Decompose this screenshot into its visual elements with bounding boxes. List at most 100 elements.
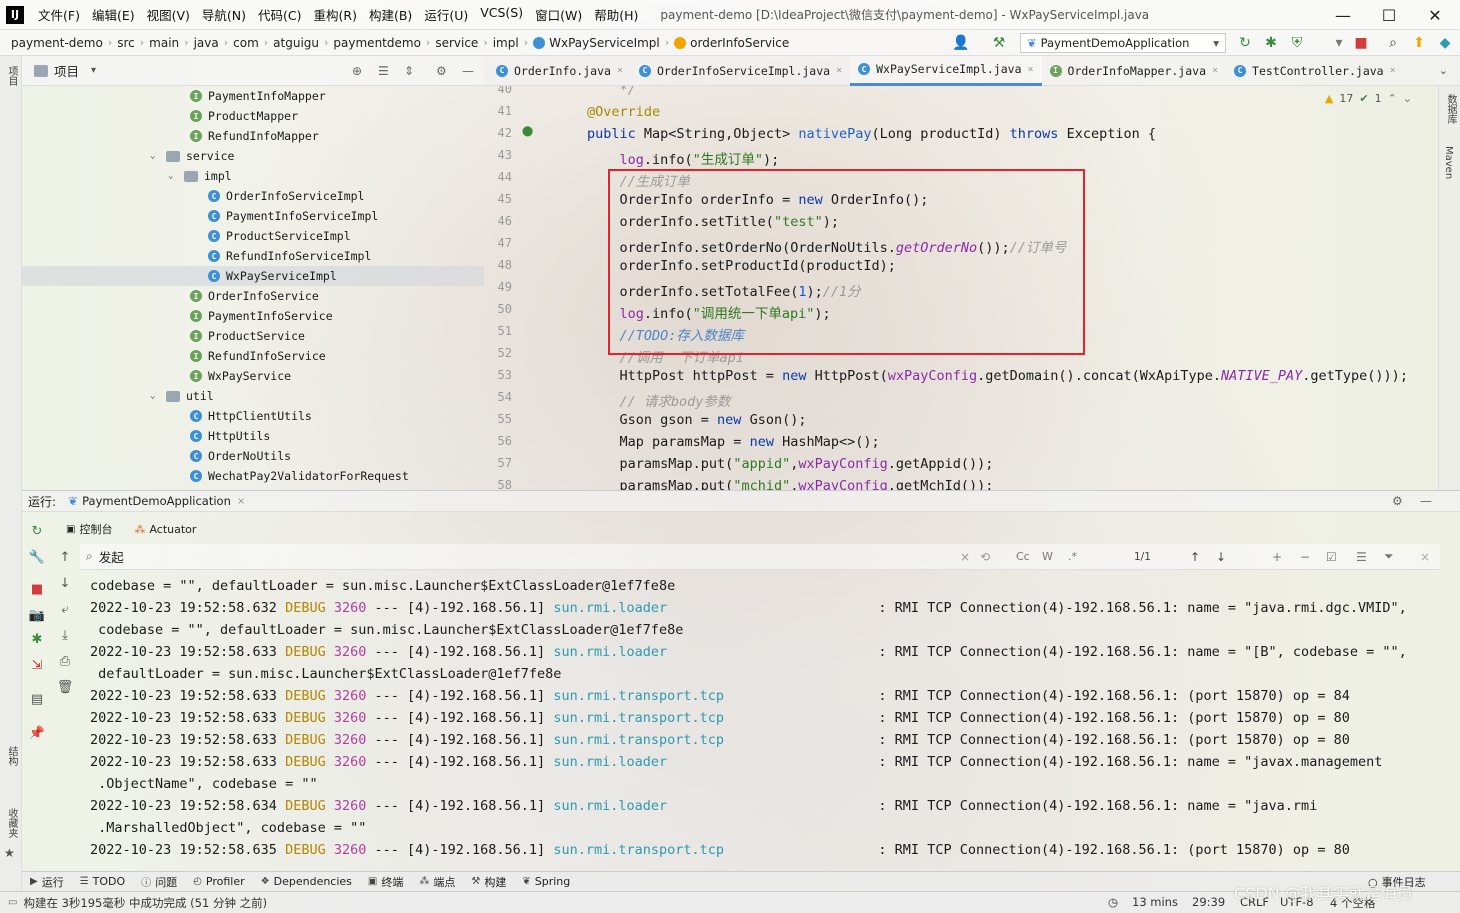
debug-icon[interactable]: ✱ [28,630,46,648]
implements-gutter-icon[interactable]: ⬤ [522,126,533,137]
close-tab-icon[interactable]: × [237,496,245,507]
scroll-end-icon[interactable]: ⤓ [56,626,74,644]
expand-all-icon[interactable]: ☰ [378,64,389,78]
close-tab-icon[interactable]: × [1212,65,1218,76]
tree-node[interactable]: C WxPayServiceImpl [208,266,337,286]
tree-node[interactable]: C PaymentInfoServiceImpl [208,206,378,226]
tree-node[interactable]: C RefundInfoServiceImpl [208,246,371,266]
whole-word-toggle[interactable]: W [1042,550,1053,563]
menu-item[interactable]: 帮助(H) [588,5,644,24]
editor-tab[interactable]: C TestController.java × [1226,56,1404,86]
filter-lines-icon[interactable]: ☰ [1356,550,1367,564]
build-hammer-icon[interactable]: ⚒ [990,34,1008,52]
log-line[interactable]: .MarshalledObject", codebase = "" [90,820,366,836]
run-config-selector[interactable]: ❦ PaymentDemoApplication ▾ [1020,33,1226,53]
chevron-down-icon[interactable]: ▾ [91,65,96,76]
chevron-down-icon[interactable]: ⌄ [168,171,178,181]
close-tab-icon[interactable]: × [617,65,623,76]
regex-toggle[interactable]: .* [1068,550,1077,563]
breadcrumb-item[interactable]: atguigu [268,36,324,50]
match-case-toggle[interactable]: Cc [1016,550,1030,563]
code-line[interactable]: Gson gson = new Gson(); [587,412,807,428]
arrow-up-icon[interactable]: ↑ [56,548,74,566]
minimize-button[interactable]: — [1320,0,1366,30]
close-find-icon[interactable]: × [1420,550,1430,564]
editor-tab[interactable]: I OrderInfoMapper.java × [1042,56,1227,86]
menu-item[interactable]: 文件(F) [32,5,86,24]
exit-icon[interactable]: ⇲ [28,656,46,674]
gear-icon[interactable]: ⚙ [436,64,447,78]
history-icon[interactable]: ⟲ [980,550,990,564]
close-tab-icon[interactable]: × [1390,65,1396,76]
editor-tab[interactable]: C WxPayServiceImpl.java × [850,55,1042,86]
hide-icon[interactable]: — [1420,494,1432,508]
tool-tab[interactable]: ◴ Profiler [193,875,244,888]
stop-icon[interactable]: ■ [1352,34,1370,52]
tree-node[interactable]: I ProductService [190,326,305,346]
clear-icon[interactable]: × [960,550,970,564]
tree-node[interactable]: C OrderNoUtils [190,446,291,466]
gear-icon[interactable]: ⚙ [1392,494,1403,508]
console-output[interactable]: codebase = "", defaultLoader = sun.misc.… [80,576,1430,866]
previous-match-icon[interactable]: ↑ [1190,550,1200,564]
tree-node[interactable]: I OrderInfoService [190,286,319,306]
tool-tab[interactable]: ⓘ 问题 [141,874,177,890]
tool-tab[interactable]: ⁂ 端点 [419,874,455,890]
menu-item[interactable]: VCS(S) [474,5,529,24]
tree-node[interactable]: C OrderInfoServiceImpl [208,186,364,206]
maximize-button[interactable]: ☐ [1366,0,1412,30]
breadcrumb-item[interactable]: WxPayServiceImpl [528,36,665,50]
print-icon[interactable]: ⎙ [56,652,74,670]
tree-node[interactable]: ⌄ impl [168,166,232,186]
inspection-status[interactable]: ▲ 17 ✔ 1 ⌃ ⌄ [1325,92,1412,105]
more-actions-icon[interactable]: ▾ [1330,34,1348,52]
chevron-down-icon[interactable]: ⌄ [150,151,160,161]
arrow-down-icon[interactable]: ↓ [56,574,74,592]
log-line[interactable]: .ObjectName", codebase = "" [90,776,317,792]
chevron-down-icon[interactable]: ⌄ [1403,92,1412,105]
chevron-up-icon[interactable]: ⌃ [1388,92,1397,105]
tree-node[interactable]: I PaymentInfoMapper [190,86,326,106]
tool-tab[interactable]: ☰ TODO [80,875,125,888]
breadcrumb-item[interactable]: orderInfoService [669,36,794,50]
log-line[interactable]: defaultLoader = sun.misc.Launcher$ExtCla… [90,666,561,682]
menu-item[interactable]: 窗口(W) [529,5,588,24]
log-line[interactable]: 2022-10-23 19:52:58.633 DEBUG 3260 --- [… [90,688,1350,704]
tree-node[interactable]: C HttpUtils [190,426,270,446]
jetbrains-icon[interactable]: ◆ [1436,34,1454,52]
menu-item[interactable]: 编辑(E) [86,5,141,24]
next-match-icon[interactable]: ↓ [1216,550,1226,564]
rerun-icon[interactable]: ↻ [28,522,46,540]
trash-icon[interactable]: 🗑 [56,678,74,696]
code-line[interactable]: // 请求body参数 [587,390,731,410]
close-tab-icon[interactable]: × [1028,64,1034,75]
code-line[interactable]: @Override [587,104,660,120]
breadcrumb-item[interactable]: com [228,36,264,50]
actuator-tab[interactable]: Actuator [149,523,196,536]
status-message[interactable]: 构建在 3秒195毫秒 中成功完成 (51 分钟 之前) [23,895,267,911]
status-time[interactable]: 13 mins [1132,895,1178,909]
menu-item[interactable]: 视图(V) [141,5,196,24]
menu-item[interactable]: 构建(B) [363,5,418,24]
menu-item[interactable]: 重构(R) [308,5,363,24]
menu-item[interactable]: 导航(N) [196,5,252,24]
tabs-dropdown-icon[interactable]: ⌄ [1439,64,1448,77]
stop-icon[interactable]: ■ [28,580,46,598]
rerun-icon[interactable]: ↻ [1236,34,1254,52]
breadcrumb-item[interactable]: src [112,36,140,50]
breadcrumb-item[interactable]: payment-demo [6,36,108,50]
editor-tab[interactable]: C OrderInfoServiceImpl.java × [631,56,850,86]
code-line[interactable]: */ [587,86,636,98]
code-line[interactable]: paramsMap.put("mchid",wxPayConfig.getMch… [587,478,994,490]
tree-node[interactable]: I PaymentInfoService [190,306,333,326]
coverage-icon[interactable]: ⛨ [1288,34,1306,52]
tool-tab[interactable]: ▶ 运行 [30,874,64,890]
pin-icon[interactable]: 📌 [28,724,46,742]
code-line[interactable]: Map paramsMap = new HashMap<>(); [587,434,880,450]
tree-node[interactable]: I RefundInfoService [190,346,326,366]
menu-item[interactable]: 运行(U) [418,5,474,24]
funnel-icon[interactable]: ⏷ [1384,549,1394,564]
tree-node[interactable]: C HttpClientUtils [190,406,312,426]
menu-item[interactable]: 代码(C) [252,5,307,24]
debug-icon[interactable]: ✱ [1262,34,1280,52]
